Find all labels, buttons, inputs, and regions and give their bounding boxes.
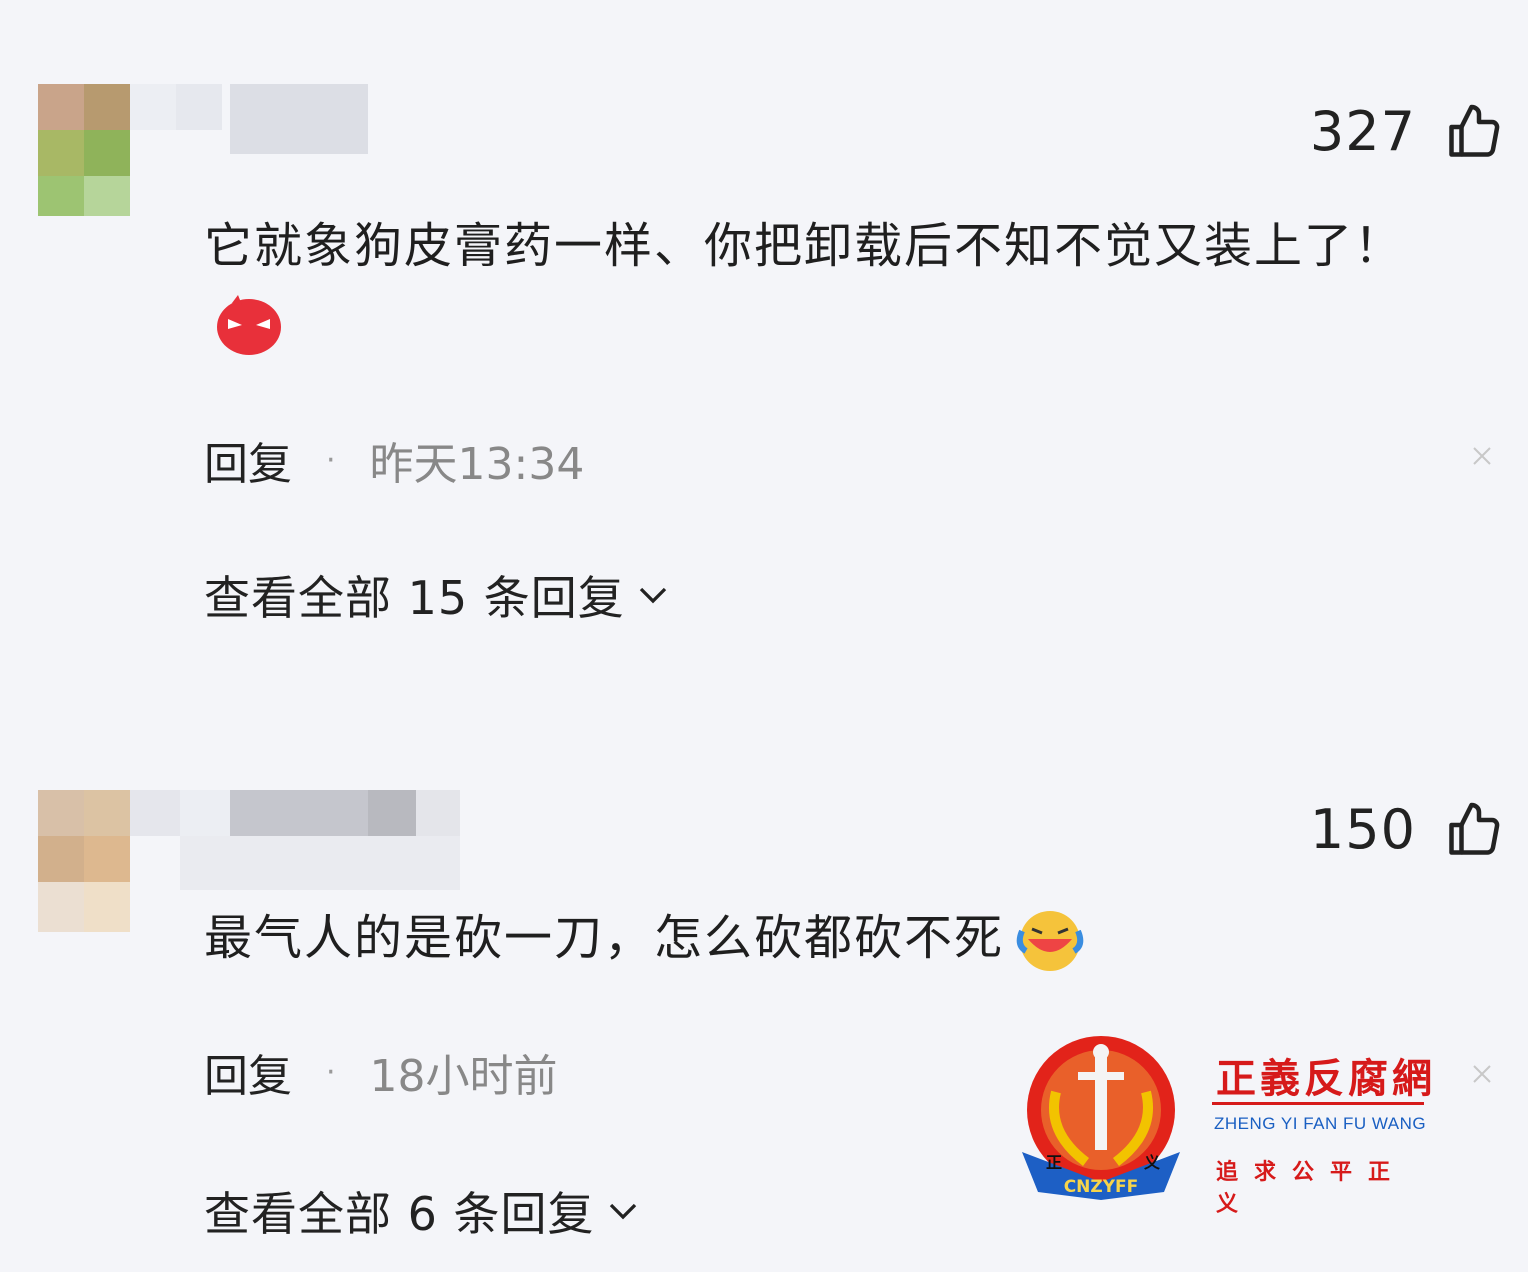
like-area[interactable]: 327 xyxy=(1310,100,1504,163)
comment-text: 它就象狗皮膏药一样、你把卸载后不知不觉又装上了！ xyxy=(204,208,1434,360)
devil-face-emoji xyxy=(217,295,281,355)
thumbs-up-icon[interactable] xyxy=(1444,800,1504,860)
laughing-crying-emoji xyxy=(1016,911,1084,971)
separator-dot: · xyxy=(326,442,336,478)
username-blurred[interactable] xyxy=(130,84,368,154)
comment-text-content: 它就象狗皮膏药一样、你把卸载后不知不觉又装上了！ xyxy=(204,218,1405,274)
comment-text-content: 最气人的是砍一刀，怎么砍都砍不死 xyxy=(204,910,1005,966)
reply-button[interactable]: 回复 xyxy=(204,428,292,492)
like-count: 327 xyxy=(1309,100,1416,163)
watermark-slogan: 追求公平正义 xyxy=(1216,1160,1407,1217)
comment-meta: 回复 · 18小时前 xyxy=(204,1040,558,1104)
avatar[interactable] xyxy=(38,790,130,932)
chevron-down-icon xyxy=(609,1203,636,1220)
username-blurred[interactable] xyxy=(130,790,460,890)
site-seal-logo: CNZYFF 正 义 xyxy=(1022,1036,1180,1200)
close-icon[interactable] xyxy=(1470,444,1494,468)
avatar[interactable] xyxy=(38,84,130,216)
like-area[interactable]: 150 xyxy=(1310,798,1504,861)
seal-char-right: 义 xyxy=(1144,1153,1160,1172)
site-watermark: CNZYFF 正 义 正義反腐網 ZHENG YI FAN FU WANG 追求… xyxy=(1016,1032,1436,1217)
comment-text: 最气人的是砍一刀，怎么砍都砍不死 xyxy=(204,900,1434,976)
watermark-subtitle: ZHENG YI FAN FU WANG xyxy=(1214,1114,1427,1133)
timestamp: 昨天13:34 xyxy=(369,439,585,490)
chevron-down-icon xyxy=(639,587,666,604)
view-all-replies-label: 查看全部 15 条回复 xyxy=(204,571,625,625)
close-icon[interactable] xyxy=(1470,1062,1494,1086)
view-all-replies-button[interactable]: 查看全部 6 条回复 xyxy=(204,1178,641,1244)
seal-char-left: 正 xyxy=(1046,1153,1062,1172)
view-all-replies-button[interactable]: 查看全部 15 条回复 xyxy=(204,562,671,628)
watermark-divider xyxy=(1212,1102,1424,1105)
thumbs-up-icon[interactable] xyxy=(1444,102,1504,162)
timestamp: 18小时前 xyxy=(369,1051,558,1102)
reply-button[interactable]: 回复 xyxy=(204,1040,292,1104)
comment-item: 327 它就象狗皮膏药一样、你把卸载后不知不觉又装上了！ 回复 · 昨天13:3… xyxy=(0,0,1528,700)
separator-dot: · xyxy=(326,1054,336,1090)
seal-text: CNZYFF xyxy=(1064,1177,1139,1197)
like-count: 150 xyxy=(1309,798,1416,861)
view-all-replies-label: 查看全部 6 条回复 xyxy=(204,1187,595,1241)
watermark-title: 正義反腐網 xyxy=(1216,1055,1436,1102)
comment-meta: 回复 · 昨天13:34 xyxy=(204,428,584,492)
